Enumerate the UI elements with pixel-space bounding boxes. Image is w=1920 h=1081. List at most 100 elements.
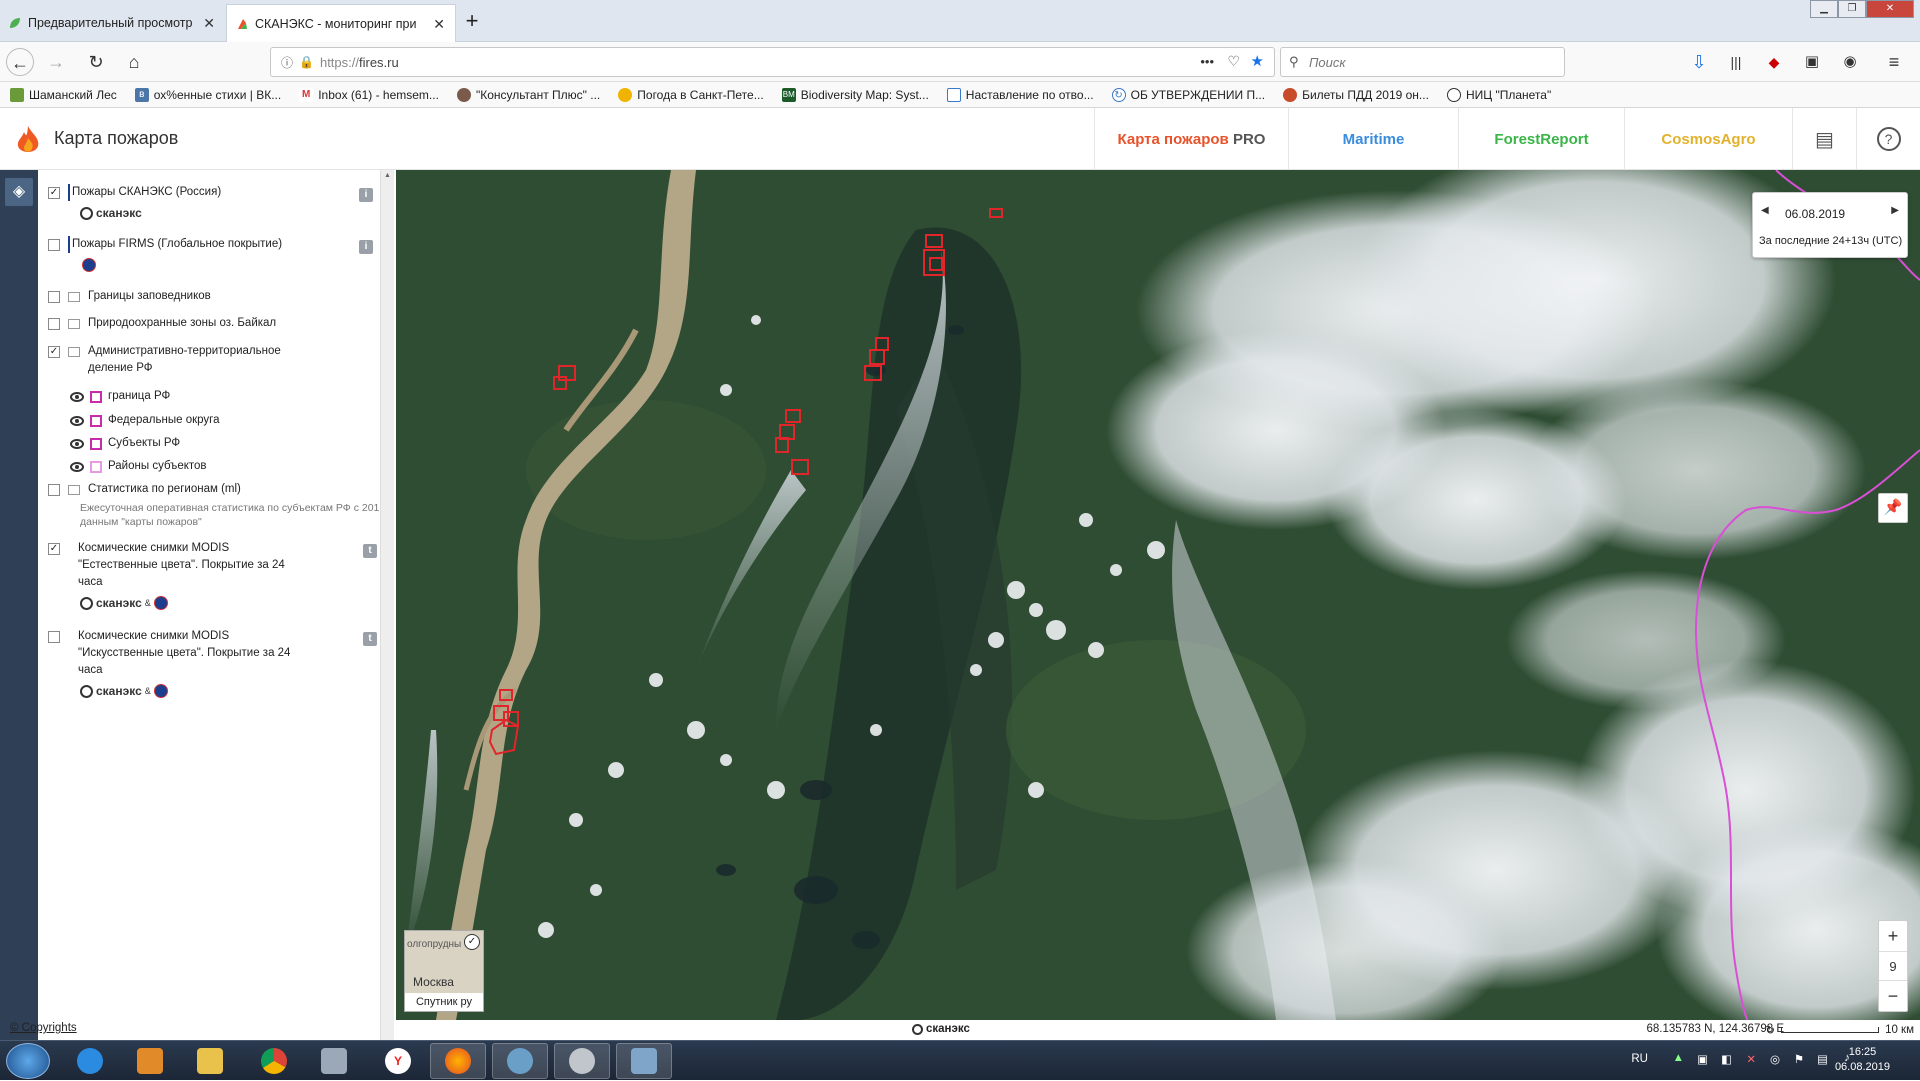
nav-cosmosagro[interactable]: CosmosAgro <box>1624 108 1792 170</box>
tray-icon[interactable]: ✕ <box>1746 1052 1756 1066</box>
url-bar[interactable]: ⓘ 🔒 https:// fires.ru ••• ♡ ★ <box>270 47 1275 77</box>
taskbar-chrome[interactable] <box>246 1043 302 1079</box>
nav-fires-pro[interactable]: Карта пожаров PRO <box>1094 108 1288 170</box>
tab-preview[interactable]: Предварительный просмотр ✕ <box>0 4 225 42</box>
layer-admin-division[interactable]: ✓ Административно-территориальное делени… <box>48 343 308 377</box>
document-icon[interactable]: ▤ <box>1792 108 1856 170</box>
period-label[interactable]: За последние 24+13ч (UTC) <box>1759 235 1902 247</box>
start-button[interactable] <box>6 1043 50 1079</box>
panel-scrollbar[interactable]: ▲ <box>380 170 394 1040</box>
close-window-button[interactable]: ✕ <box>1866 0 1914 18</box>
menu-icon[interactable]: ≡ <box>1880 48 1908 76</box>
eye-icon[interactable] <box>70 416 84 426</box>
network-icon[interactable]: ▤ <box>1817 1052 1828 1066</box>
forward-button[interactable]: → <box>42 48 70 76</box>
eye-icon[interactable] <box>70 439 84 449</box>
taskbar-calculator[interactable] <box>306 1043 362 1079</box>
tray-icon[interactable]: ◧ <box>1721 1052 1732 1066</box>
eye-icon[interactable] <box>70 462 84 472</box>
info-icon[interactable]: ⓘ <box>281 54 293 71</box>
sublayer-subjects[interactable]: Субъекты РФ <box>70 435 180 452</box>
bookmark-item[interactable]: "Консультант Плюс" ... <box>456 87 600 102</box>
layer-checkbox[interactable] <box>48 631 60 643</box>
library-icon[interactable]: ||| <box>1722 48 1750 76</box>
taskbar-yandex[interactable]: Y <box>370 1043 426 1079</box>
map-view[interactable] <box>396 170 1920 1020</box>
language-indicator[interactable]: RU <box>1631 1053 1648 1065</box>
copyright-link[interactable]: © Copyrights <box>10 1022 77 1034</box>
layer-info-button[interactable]: i <box>359 240 373 254</box>
layer-checkbox[interactable] <box>48 318 60 330</box>
sidebar-icon[interactable]: ▣ <box>1798 48 1826 76</box>
layer-reserves[interactable]: Границы заповедников <box>48 288 211 305</box>
layer-checkbox[interactable] <box>48 484 60 496</box>
eye-icon[interactable] <box>70 392 84 402</box>
nav-maritime[interactable]: Maritime <box>1288 108 1458 170</box>
layer-modis-natural[interactable]: ✓ Космические снимки MODIS "Естественные… <box>48 540 298 591</box>
bookmark-item[interactable]: Наставление по отво... <box>946 87 1094 102</box>
sublayer-rf-border[interactable]: граница РФ <box>70 388 170 405</box>
tray-icon[interactable]: ▣ <box>1697 1052 1708 1066</box>
taskbar-explorer[interactable] <box>182 1043 238 1079</box>
close-icon[interactable]: ✕ <box>203 15 215 32</box>
layer-checkbox[interactable]: ✓ <box>48 187 60 199</box>
clock[interactable]: 16:25 06.08.2019 <box>1835 1045 1890 1075</box>
sublayer-districts[interactable]: Районы субъектов <box>70 458 207 475</box>
taskbar-window[interactable] <box>616 1043 672 1079</box>
bookmark-item[interactable]: M Inbox (61) - hemsem... <box>299 87 439 102</box>
layers-icon[interactable]: ◈ <box>5 178 33 206</box>
layer-checkbox[interactable] <box>48 291 60 303</box>
layer-region-stats[interactable]: Статистика по регионам (ml) <box>48 481 241 498</box>
minimize-button[interactable]: ▁ <box>1810 0 1838 18</box>
tray-icon[interactable]: ◎ <box>1770 1052 1780 1066</box>
sublayer-federal-districts[interactable]: Федеральные округа <box>70 412 219 429</box>
ublock-icon[interactable]: ◆ <box>1760 48 1788 76</box>
layer-checkbox[interactable]: ✓ <box>48 543 60 555</box>
layer-checkbox[interactable] <box>48 239 60 251</box>
bookmark-item[interactable]: ↻ ОБ УТВЕРЖДЕНИИ П... <box>1111 87 1265 102</box>
layer-type-button[interactable]: t <box>363 544 377 558</box>
layer-baikal-zones[interactable]: Природоохранные зоны оз. Байкал <box>48 315 276 332</box>
search-input[interactable]: ⚲ Поиск <box>1280 47 1565 77</box>
account-icon[interactable]: ◉ <box>1836 48 1864 76</box>
taskbar-firefox[interactable] <box>430 1043 486 1079</box>
bookmark-star-icon[interactable]: ★ <box>1251 52 1264 70</box>
prev-date-icon[interactable]: ◀ <box>1761 205 1769 216</box>
taskbar-app[interactable] <box>492 1043 548 1079</box>
zoom-out-button[interactable]: − <box>1879 981 1907 1011</box>
tab-scanex[interactable]: СКАНЭКС - мониторинг при ✕ <box>226 4 456 42</box>
help-icon[interactable]: ? <box>1856 108 1920 170</box>
close-icon[interactable]: ✕ <box>433 16 445 33</box>
pocket-icon[interactable]: ♡ <box>1227 53 1240 70</box>
taskbar-pro[interactable] <box>554 1043 610 1079</box>
coordinates-readout[interactable]: 68.135783 N, 124.36798 E <box>1647 1023 1784 1035</box>
page-actions-menu[interactable]: ••• <box>1200 54 1214 69</box>
taskbar-ie[interactable] <box>62 1043 118 1079</box>
bookmark-item[interactable]: BM Biodiversity Map: Syst... <box>781 87 929 102</box>
layer-checkbox[interactable]: ✓ <box>48 346 60 358</box>
bookmark-item[interactable]: в ох%енные стихи | ВК... <box>134 87 281 102</box>
new-tab-button[interactable]: + <box>458 8 486 36</box>
maximize-button[interactable]: ❐ <box>1838 0 1866 18</box>
layer-info-button[interactable]: i <box>359 188 373 202</box>
flag-icon[interactable]: ⚑ <box>1794 1052 1804 1066</box>
tray-icon[interactable]: ▲ <box>1673 1052 1684 1064</box>
bookmark-item[interactable]: Погода в Санкт-Пете... <box>618 87 764 102</box>
layer-scanex-fires[interactable]: ✓ Пожары СКАНЭКС (Россия) <box>48 184 221 201</box>
layer-firms-fires[interactable]: Пожары FIRMS (Глобальное покрытие) <box>48 236 282 253</box>
refresh-coords-icon[interactable]: ↻ <box>1765 1023 1775 1037</box>
taskbar-media[interactable] <box>122 1043 178 1079</box>
bookmark-item[interactable]: Билеты ПДД 2019 он... <box>1283 87 1429 102</box>
reload-button[interactable]: ↻ <box>82 48 110 76</box>
layer-modis-false-color[interactable]: Космические снимки MODIS "Искусственные … <box>48 628 298 679</box>
nav-forestreport[interactable]: ForestReport <box>1458 108 1624 170</box>
next-date-icon[interactable]: ▶ <box>1891 205 1899 216</box>
date-value[interactable]: 06.08.2019 <box>1785 207 1845 221</box>
bookmark-item[interactable]: Шаманский Лес <box>10 87 117 102</box>
layer-type-button[interactable]: t <box>363 632 377 646</box>
bookmark-item[interactable]: НИЦ "Планета" <box>1446 87 1551 102</box>
basemap-switcher[interactable]: олгопрудны Москва ✓ Спутник ру <box>404 930 484 1012</box>
back-button[interactable]: ← <box>6 48 34 76</box>
download-icon[interactable]: ⇩ <box>1685 48 1713 76</box>
pin-button[interactable]: 📌 <box>1878 493 1908 523</box>
